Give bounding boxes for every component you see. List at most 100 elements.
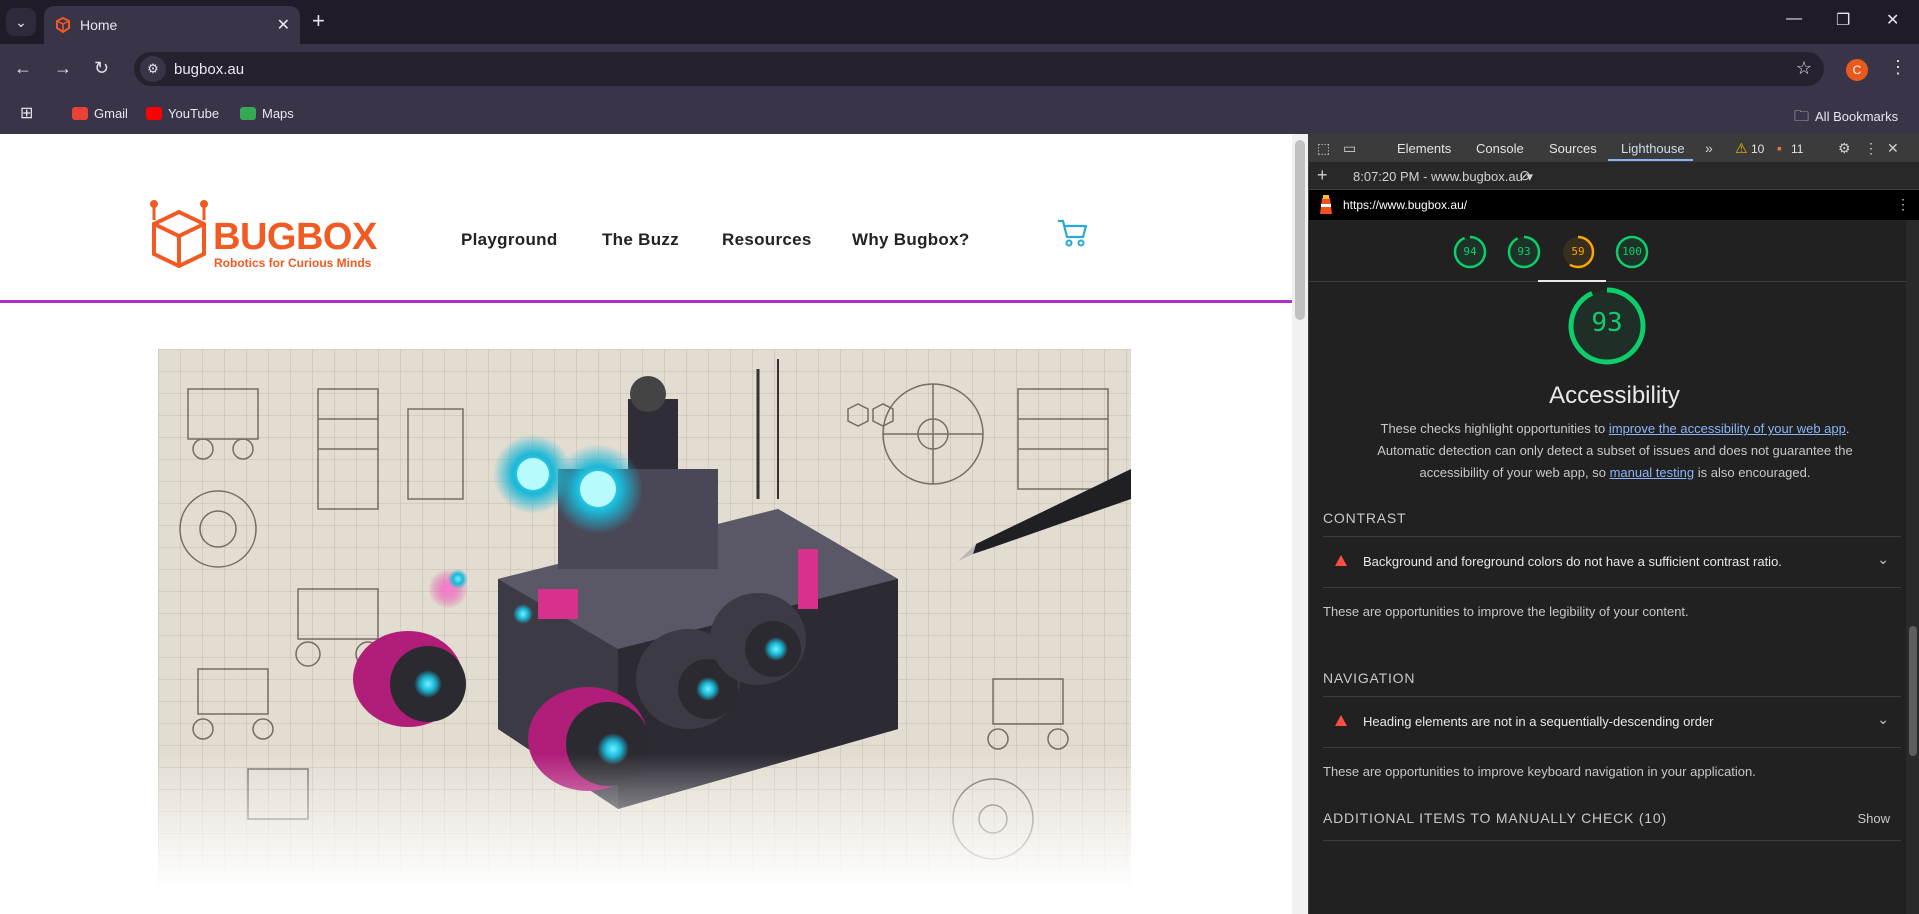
maps-icon bbox=[240, 107, 256, 120]
site-info-icon[interactable]: ⚙ bbox=[140, 56, 166, 82]
group-description: These are opportunities to improve the l… bbox=[1323, 604, 1689, 619]
lighthouse-logo-icon bbox=[1320, 195, 1332, 214]
restore-button[interactable]: ❐ bbox=[1836, 10, 1850, 30]
header-divider bbox=[0, 300, 1292, 303]
bugbox-logo-icon[interactable] bbox=[148, 198, 210, 270]
audit-contrast[interactable]: Background and foreground colors do not … bbox=[1323, 536, 1901, 588]
forward-button[interactable]: → bbox=[54, 58, 72, 79]
tab-search-button[interactable]: ⌄ bbox=[6, 8, 36, 36]
issues-count[interactable]: 11 bbox=[1791, 142, 1803, 156]
warnings-icon[interactable]: ⚠ bbox=[1735, 140, 1748, 157]
desc-text: is also encouraged. bbox=[1694, 465, 1811, 480]
devtools-panel: ⬚ ▭ Elements Console Sources Lighthouse … bbox=[1308, 134, 1919, 914]
page-scrollbar[interactable] bbox=[1292, 134, 1308, 914]
cart-icon[interactable] bbox=[1056, 218, 1088, 248]
accessibility-link[interactable]: improve the accessibility of your web ap… bbox=[1609, 421, 1846, 436]
bookmark-maps[interactable]: Maps bbox=[240, 106, 294, 121]
group-description: These are opportunities to improve keybo… bbox=[1323, 764, 1756, 779]
category-description: These checks highlight opportunities to … bbox=[1375, 418, 1855, 484]
youtube-icon bbox=[146, 107, 162, 120]
web-page: BUGBOX Robotics for Curious Minds Playgr… bbox=[0, 134, 1292, 914]
bugbox-favicon-icon bbox=[56, 16, 70, 34]
bookmark-label: YouTube bbox=[168, 106, 220, 121]
tab-close-icon[interactable]: ✕ bbox=[277, 15, 290, 35]
accessibility-score-value: 93 bbox=[1591, 308, 1623, 338]
browser-tab[interactable]: Home ✕ bbox=[44, 6, 300, 44]
report-selector-label: 8:07:20 PM - www.bugbox.au bbox=[1353, 169, 1523, 184]
group-title-navigation: NAVIGATION bbox=[1323, 670, 1416, 686]
tab-console[interactable]: Console bbox=[1476, 141, 1524, 156]
hero-robot-image bbox=[158, 349, 1131, 889]
group-title-contrast: CONTRAST bbox=[1323, 510, 1407, 526]
tab-title: Home bbox=[80, 17, 118, 33]
fail-triangle-icon bbox=[1335, 715, 1347, 726]
divider bbox=[1323, 840, 1901, 841]
device-toolbar-icon[interactable]: ▭ bbox=[1343, 140, 1356, 157]
profile-avatar[interactable]: C bbox=[1846, 59, 1868, 81]
issues-icon[interactable]: ▪ bbox=[1777, 140, 1782, 156]
bookmark-gmail[interactable]: Gmail bbox=[72, 106, 128, 121]
apps-grid-icon[interactable]: ⊞ bbox=[20, 103, 33, 123]
tab-sources[interactable]: Sources bbox=[1549, 141, 1597, 156]
report-scrollbar-thumb[interactable] bbox=[1909, 626, 1917, 756]
lighthouse-toolbar: + 8:07:20 PM - www.bugbox.au ▾ ⊘ bbox=[1309, 162, 1919, 190]
new-report-icon[interactable]: + bbox=[1317, 165, 1328, 186]
bookmark-label: Maps bbox=[262, 106, 294, 121]
bookmark-youtube[interactable]: YouTube bbox=[146, 106, 219, 121]
browser-menu-icon[interactable]: ⋮ bbox=[1889, 57, 1907, 78]
devtools-menu-icon[interactable]: ⋮ bbox=[1864, 140, 1878, 157]
tab-elements[interactable]: Elements bbox=[1397, 141, 1451, 156]
minimize-button[interactable]: — bbox=[1786, 10, 1802, 28]
gauge-divider bbox=[1309, 281, 1919, 282]
all-bookmarks[interactable]: 🗀 All Bookmarks bbox=[1794, 106, 1898, 131]
site-logo-text[interactable]: BUGBOX bbox=[213, 216, 377, 259]
back-button[interactable]: ← bbox=[14, 58, 32, 79]
show-manual-checks-button[interactable]: Show bbox=[1857, 811, 1890, 826]
inspect-element-icon[interactable]: ⬚ bbox=[1317, 140, 1330, 157]
active-gauge-indicator bbox=[1538, 280, 1606, 282]
url-text[interactable]: bugbox.au bbox=[174, 61, 244, 78]
clear-reports-icon[interactable]: ⊘ bbox=[1519, 167, 1531, 184]
chevron-down-icon[interactable]: ⌄ bbox=[1877, 551, 1889, 568]
audit-heading-order[interactable]: Heading elements are not in a sequential… bbox=[1323, 696, 1901, 748]
report-scrollbar[interactable] bbox=[1906, 220, 1919, 914]
nav-resources[interactable]: Resources bbox=[722, 230, 812, 250]
nav-playground[interactable]: Playground bbox=[461, 230, 558, 250]
active-tab-indicator bbox=[1608, 159, 1693, 161]
page-scrollbar-thumb[interactable] bbox=[1295, 140, 1305, 320]
audit-title[interactable]: Background and foreground colors do not … bbox=[1363, 554, 1782, 569]
report-url-bar: https://www.bugbox.au/ ⋮ bbox=[1309, 190, 1919, 220]
bookmarks-bar: ⊞ Gmail YouTube Maps 🗀 All Bookmarks bbox=[0, 94, 1919, 134]
robot-blueprint-illustration bbox=[158, 349, 1131, 889]
devtools-tab-bar: ⬚ ▭ Elements Console Sources Lighthouse … bbox=[1309, 134, 1919, 162]
reload-button[interactable]: ↻ bbox=[94, 58, 109, 79]
lighthouse-report: 94 93 59 100 93 Accessibility These chec… bbox=[1309, 220, 1919, 914]
manual-testing-link[interactable]: manual testing bbox=[1610, 465, 1695, 480]
fail-triangle-icon bbox=[1335, 555, 1347, 566]
title-bar: ⌄ Home ✕ + — ❐ ✕ bbox=[0, 0, 1919, 44]
chevron-down-icon[interactable]: ⌄ bbox=[1877, 711, 1889, 728]
report-url[interactable]: https://www.bugbox.au/ bbox=[1343, 198, 1467, 212]
settings-gear-icon[interactable]: ⚙ bbox=[1838, 140, 1851, 157]
nav-why-bugbox[interactable]: Why Bugbox? bbox=[852, 230, 970, 250]
warnings-count[interactable]: 10 bbox=[1751, 142, 1764, 156]
new-tab-button[interactable]: + bbox=[312, 8, 325, 34]
score-value: 100 bbox=[1622, 245, 1642, 258]
gmail-icon bbox=[72, 107, 88, 120]
bookmark-star-icon[interactable]: ☆ bbox=[1796, 58, 1812, 79]
score-value: 59 bbox=[1571, 245, 1585, 258]
close-devtools-icon[interactable]: ✕ bbox=[1887, 140, 1899, 157]
more-tabs-icon[interactable]: » bbox=[1705, 140, 1713, 156]
report-selector[interactable]: 8:07:20 PM - www.bugbox.au ▾ bbox=[1353, 169, 1533, 185]
tab-lighthouse[interactable]: Lighthouse bbox=[1621, 141, 1685, 156]
nav-the-buzz[interactable]: The Buzz bbox=[602, 230, 679, 250]
close-window-button[interactable]: ✕ bbox=[1886, 10, 1899, 30]
score-value: 94 bbox=[1463, 245, 1477, 258]
browser-toolbar: ← → ↻ ⚙ bugbox.au ☆ C ⋮ bbox=[0, 44, 1919, 94]
audit-title[interactable]: Heading elements are not in a sequential… bbox=[1363, 714, 1714, 729]
folder-icon: 🗀 bbox=[1794, 108, 1810, 125]
bookmark-label: Gmail bbox=[94, 106, 128, 121]
report-menu-icon[interactable]: ⋮ bbox=[1896, 196, 1910, 213]
address-bar[interactable]: ⚙ bugbox.au ☆ bbox=[134, 52, 1824, 86]
score-value: 93 bbox=[1517, 245, 1531, 258]
